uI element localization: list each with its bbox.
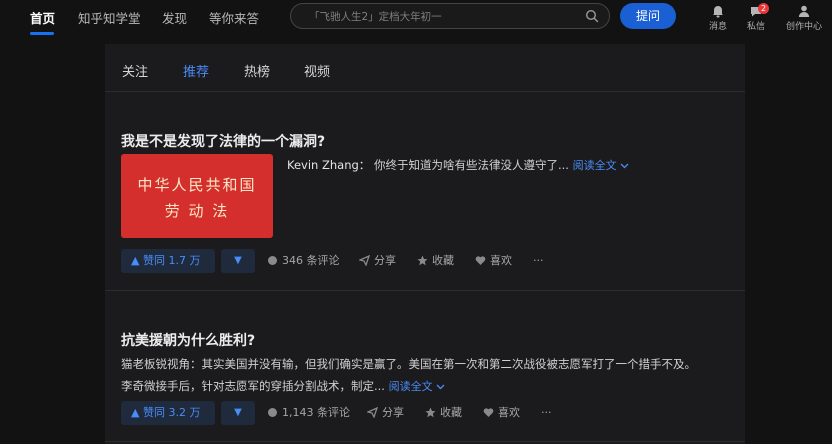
like-button[interactable]: 喜欢 [475,249,512,273]
feed-tabs: 关注 推荐 热榜 视频 [105,44,745,92]
read-more-link[interactable]: 阅读全文 [389,380,446,393]
feed-panel: 关注 推荐 热榜 视频 我是不是发现了法律的一个漏洞? 中华人民共和国 劳 动 … [105,44,745,444]
search-input[interactable]: 「飞驰人生2」定档大年初一 [309,9,442,24]
message-badge: 2 [758,3,769,14]
upvote-icon: ▲ [131,406,140,419]
messages-label: 私信 [746,22,765,32]
nav-zhixuetang[interactable]: 知乎知学堂 [78,8,141,27]
nav-home[interactable]: 首页 [30,8,55,27]
star-icon [417,255,428,266]
cover-text-line: 劳 动 法 [164,202,230,220]
more-button[interactable]: ··· [541,401,552,425]
bell-icon [713,6,723,18]
read-more-label: 阅读全文 [388,380,433,393]
more-button[interactable]: ··· [533,249,544,273]
card-divider [105,441,745,442]
upvote-button[interactable]: ▲ 赞同 1.7 万 [121,249,215,273]
answer-excerpt[interactable]: Kevin Zhang： 你终于知道为啥有些法律没人遵守了... 阅读全文 [287,154,727,177]
excerpt-text: 你终于知道为啥有些法律没人遵守了... [373,158,569,172]
notifications-button[interactable]: 消息 [698,2,738,32]
heart-icon [475,256,486,265]
messages-button[interactable]: 2 私信 [736,2,776,32]
like-button[interactable]: 喜欢 [483,401,520,425]
collect-button[interactable]: 收藏 [417,249,454,273]
nav-discover[interactable]: 发现 [162,8,187,27]
upvote-label: 赞同 1.7 万 [142,254,201,267]
comments-button[interactable]: 1,143 条评论 [267,401,350,425]
downvote-icon: ▼ [234,407,242,418]
tab-following[interactable]: 关注 [122,61,148,80]
share-icon [366,406,379,419]
comments-button[interactable]: 346 条评论 [267,249,340,273]
collect-label: 收藏 [432,254,454,267]
like-label: 喜欢 [490,254,512,267]
answer-excerpt[interactable]: 猫老板锐视角：其实美国并没有输，但我们确实是赢了。美国在第一次和第二次战役被志愿… [121,353,741,398]
downvote-button[interactable]: ▼ [221,401,255,425]
search-box[interactable]: 「飞驰人生2」定档大年初一 [290,3,610,29]
search-icon[interactable] [585,9,599,23]
upvote-label: 赞同 3.2 万 [142,406,201,419]
chevron-down-icon [620,163,629,169]
comment-icon [268,256,277,265]
ask-question-button[interactable]: 提问 [620,3,676,29]
author-name[interactable]: Kevin Zhang： [287,158,370,172]
upvote-button[interactable]: ▲ 赞同 3.2 万 [121,401,215,425]
creator-icon [798,5,810,17]
read-more-label: 阅读全文 [572,159,617,172]
comments-label: 1,143 条评论 [282,406,350,419]
collect-button[interactable]: 收藏 [425,401,462,425]
tab-video[interactable]: 视频 [304,61,330,80]
heart-icon [483,408,494,417]
creator-center-label: 创作中心 [785,22,822,32]
downvote-icon: ▼ [234,255,242,266]
downvote-button[interactable]: ▼ [221,249,255,273]
question-title[interactable]: 抗美援朝为什么胜利? [121,330,255,350]
excerpt-line-2: 李奇微接手后，针对志愿军的穿插分割战术，制定... 阅读全文 [121,375,741,398]
excerpt-text: 李奇微接手后，针对志愿军的穿插分割战术，制定... [121,379,385,393]
comment-icon [268,408,277,417]
action-bar: ▲ 赞同 3.2 万 ▼ 1,143 条评论 分享 收藏 喜欢 ··· [121,401,741,425]
star-icon [425,407,436,418]
upvote-icon: ▲ [131,254,140,267]
notifications-label: 消息 [708,22,727,32]
top-navigation-bar: 首页 知乎知学堂 发现 等你来答 「飞驰人生2」定档大年初一 提问 消息 2 私… [0,0,832,38]
nav-waiting-answers[interactable]: 等你来答 [209,8,259,27]
chevron-down-icon [436,384,445,390]
share-button[interactable]: 分享 [358,249,396,273]
tab-recommended[interactable]: 推荐 [183,61,209,80]
creator-center-button[interactable]: 创作中心 [784,2,824,32]
like-label: 喜欢 [498,406,520,419]
tab-hot-list[interactable]: 热榜 [244,61,270,80]
share-label: 分享 [382,406,404,419]
action-bar: ▲ 赞同 1.7 万 ▼ 346 条评论 分享 收藏 喜欢 ··· [121,249,741,273]
share-label: 分享 [374,254,396,267]
excerpt-text: 猫老板锐视角：其实美国并没有输，但我们确实是赢了。美国在第一次和第二次战役被志愿… [121,357,696,371]
read-more-link[interactable]: 阅读全文 [573,159,630,172]
card-divider [105,290,745,291]
collect-label: 收藏 [440,406,462,419]
share-icon [358,254,371,267]
question-title[interactable]: 我是不是发现了法律的一个漏洞? [121,131,325,151]
comments-label: 346 条评论 [282,254,340,267]
cover-text-line: 中华人民共和国 [137,176,257,194]
share-button[interactable]: 分享 [366,401,404,425]
cover-image[interactable]: 中华人民共和国 劳 动 法 [121,154,273,238]
nav-active-indicator [30,32,54,35]
